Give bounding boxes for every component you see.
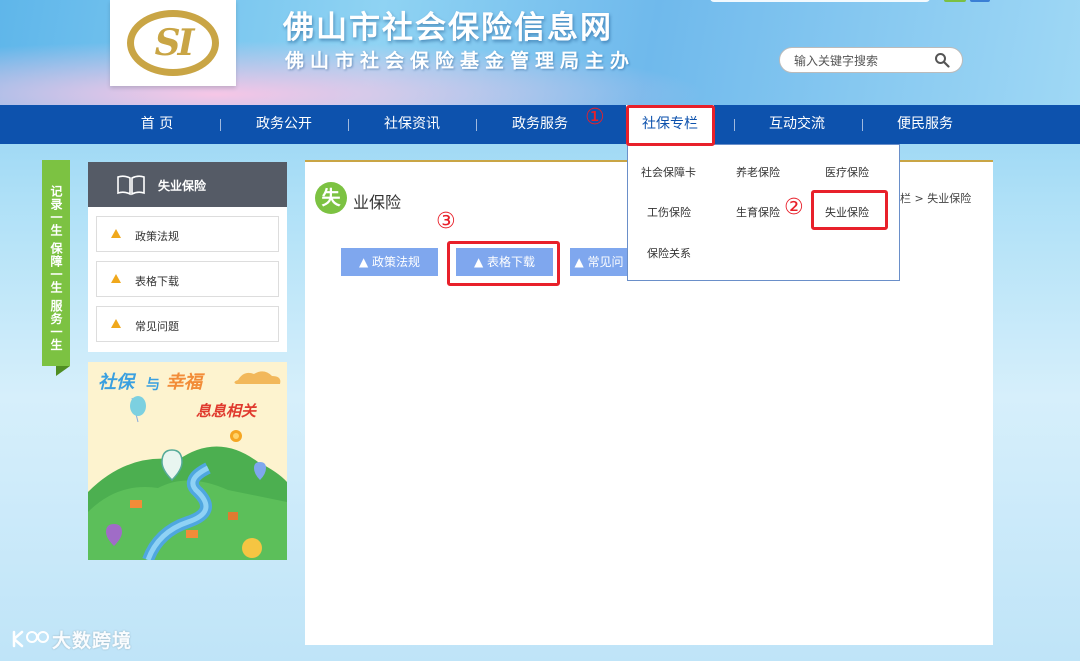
sidebar-item-label: 常见问题 [135, 320, 179, 333]
site-title: 佛山市社会保险信息网 [283, 10, 613, 46]
nav-interaction[interactable]: 互动交流 [756, 105, 838, 144]
site-subtitle: 佛山市社会保险基金管理局主办 [285, 50, 636, 72]
dropdown-item-medical[interactable]: 医疗保险 [825, 164, 869, 180]
dropdown-item-work-injury[interactable]: 工伤保险 [647, 204, 691, 220]
nav-news[interactable]: 社保资讯 [371, 105, 453, 144]
banner-title-mid: 与 [146, 377, 160, 393]
sidebar-item-faq[interactable]: 常见问题 [96, 306, 279, 342]
dropdown-item-pension[interactable]: 养老保险 [736, 164, 780, 180]
tab-faq[interactable]: ▲ 常见问 [570, 248, 628, 276]
section-icon: 失 [315, 182, 347, 214]
triangle-icon [111, 274, 121, 283]
nav-separator [734, 119, 735, 131]
tab-policy[interactable]: ▲ 政策法规 [341, 248, 438, 276]
sidebar-item-label: 政策法规 [135, 230, 179, 243]
sidebar-menu: 政策法规 表格下载 常见问题 [88, 207, 287, 352]
triangle-icon [111, 319, 121, 328]
nav-separator [220, 119, 221, 131]
banner-title-part1: 社保 [98, 372, 134, 393]
si-logo-icon: SI [127, 10, 219, 76]
vertical-slogan-tab: 记录一生 保障一生 服务一生 [42, 160, 70, 366]
dropdown-item-maternity[interactable]: 生育保险 [736, 204, 780, 220]
search-icon[interactable] [934, 52, 950, 68]
vertical-tab-fold [56, 366, 70, 376]
site-header: SI 佛山市社会保险信息网 佛山市社会保险基金管理局主办 [0, 0, 1080, 105]
step1-number: ① [585, 105, 605, 130]
nav-convenience[interactable]: 便民服务 [884, 105, 966, 144]
step3-highlight [447, 241, 560, 286]
step3-number: ③ [436, 209, 456, 234]
sidebar-title: 失业保险 [158, 179, 207, 193]
nav-home[interactable]: 首 页 [120, 105, 194, 144]
search-input[interactable] [792, 52, 936, 70]
search-box [779, 47, 963, 73]
banner-subtitle: 息息相关 [196, 402, 257, 420]
nav-gov-services[interactable]: 政务服务 [499, 105, 581, 144]
sidebar-item-policy[interactable]: 政策法规 [96, 216, 279, 252]
step1-highlight [626, 105, 715, 146]
banner-title-part2: 幸福 [166, 372, 202, 393]
nav-separator [348, 119, 349, 131]
sidebar-item-label: 表格下载 [135, 275, 179, 288]
logo-text: SI [154, 22, 195, 64]
top-search-bar-edge [710, 0, 930, 2]
section-title: 业保险 [353, 193, 402, 212]
site-logo[interactable]: SI [110, 0, 236, 86]
breadcrumb[interactable]: 栏 > 失业保险 [900, 190, 971, 206]
step2-number: ② [784, 195, 804, 220]
nav-separator [862, 119, 863, 131]
sidebar-header: 失业保险 [88, 162, 287, 207]
watermark-logo-icon [12, 630, 49, 648]
dropdown-item-social-card[interactable]: 社会保障卡 [641, 164, 696, 180]
watermark-text: 大数跨境 [52, 630, 133, 652]
dropdown-item-insurance-relation[interactable]: 保险关系 [647, 245, 691, 261]
main-nav: 首 页 政务公开 社保资讯 政务服务 互动交流 便民服务 [0, 105, 1080, 144]
triangle-icon [111, 229, 121, 238]
top-blue-button[interactable] [970, 0, 990, 2]
book-icon [117, 175, 145, 196]
sidebar-item-forms[interactable]: 表格下载 [96, 261, 279, 297]
happiness-banner[interactable]: 社保 与 幸福 息息相关 [88, 362, 287, 560]
nav-separator [476, 119, 477, 131]
step2-highlight [811, 190, 888, 230]
top-green-button[interactable] [944, 0, 966, 2]
nav-gov-affairs[interactable]: 政务公开 [243, 105, 325, 144]
